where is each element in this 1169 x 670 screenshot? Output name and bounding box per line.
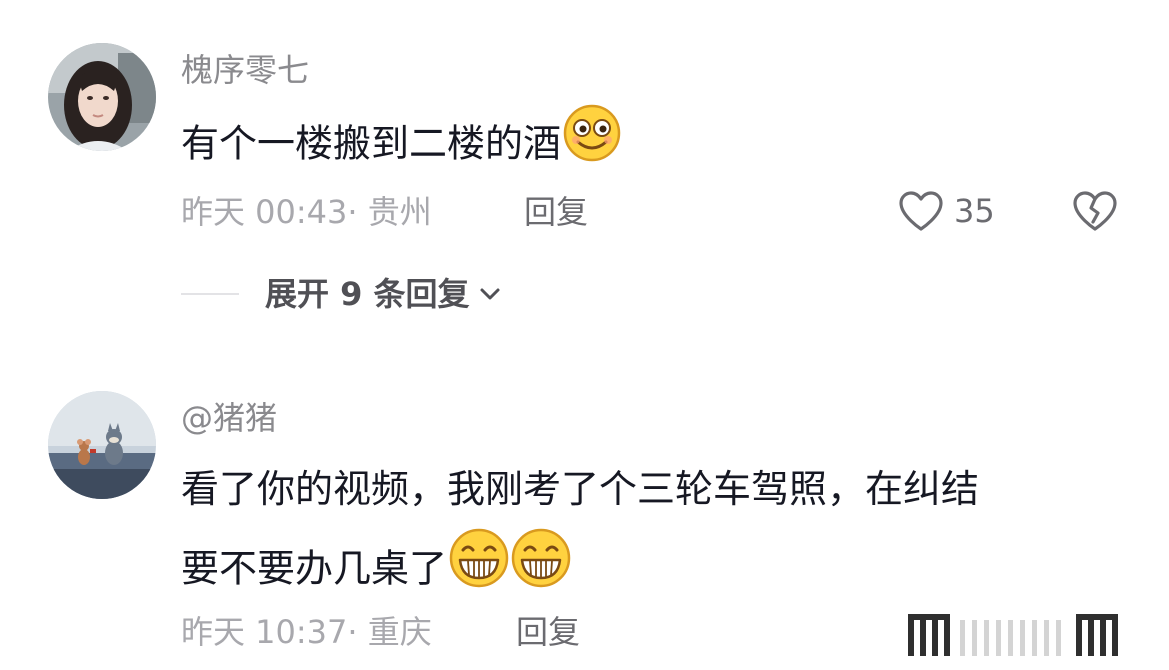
comment-username[interactable]: 槐序零七 (181, 50, 309, 90)
comment-list: 槐序零七 有个一楼搬到二楼的酒 昨天 00:43· 贵州 回复 35 展开 9 … (0, 0, 1169, 670)
divider-line (181, 293, 239, 295)
grin-emoji-icon (511, 528, 571, 606)
expand-replies-label: 展开 9 条回复 (265, 275, 470, 313)
watermark-icon (908, 614, 1118, 656)
comment-text: 有个一楼搬到二楼的酒 (181, 104, 621, 184)
avatar[interactable] (48, 391, 156, 499)
comment-text-line-1: 看了你的视频，我刚考了个三轮车驾照，在纠结 (181, 467, 980, 511)
comment-text-content: 要不要办几桌了 (181, 546, 448, 591)
comment-timestamp-location: 昨天 00:43· 贵州 (181, 193, 432, 231)
comment-text-line-2: 要不要办几桌了 (181, 528, 571, 610)
comment-timestamp-location: 昨天 10:37· 重庆 (181, 613, 432, 651)
dislike-button[interactable] (1072, 190, 1118, 236)
avatar[interactable] (48, 43, 156, 151)
grin-emoji-icon (449, 528, 509, 606)
smile-emoji-icon (563, 104, 621, 180)
reply-button[interactable]: 回复 (524, 192, 588, 232)
comment-username[interactable]: @猪猪 (181, 398, 277, 438)
avatar-photo-girl (48, 43, 156, 151)
broken-heart-icon (1073, 191, 1117, 231)
comment-text-content: 有个一楼搬到二楼的酒 (181, 121, 562, 166)
chevron-down-icon (480, 288, 500, 300)
reply-button[interactable]: 回复 (516, 612, 580, 652)
avatar-cartoon-tom-jerry (48, 391, 156, 499)
heart-icon (899, 191, 943, 231)
like-button[interactable]: 35 (898, 190, 995, 232)
like-count: 35 (954, 192, 995, 230)
expand-replies-button[interactable]: 展开 9 条回复 (181, 274, 504, 314)
watermark-pixel-mark (900, 606, 1169, 670)
